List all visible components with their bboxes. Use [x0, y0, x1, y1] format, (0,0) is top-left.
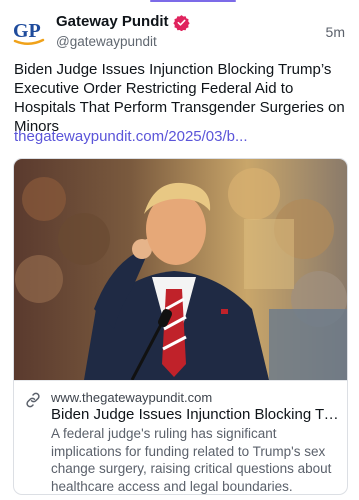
post-link[interactable]: thegatewaypundit.com/2025/03/b...: [14, 127, 248, 146]
post: GP Gateway Pundit @gatewaypundit 5m Bide…: [0, 0, 359, 500]
avatar[interactable]: GP: [12, 14, 46, 48]
card-body: www.thegatewaypundit.com Biden Judge Iss…: [14, 380, 347, 494]
avatar-text: GP: [13, 20, 41, 42]
link-preview-card[interactable]: www.thegatewaypundit.com Biden Judge Iss…: [13, 158, 348, 495]
timestamp[interactable]: 5m: [326, 24, 345, 40]
card-title[interactable]: Biden Judge Issues Injunction Blocking T…: [51, 406, 339, 424]
card-domain: www.thegatewaypundit.com: [51, 390, 213, 405]
link-icon: [26, 392, 40, 408]
card-image: [14, 159, 347, 380]
author-block: Gateway Pundit @gatewaypundit: [56, 13, 190, 50]
handle[interactable]: @gatewaypundit: [56, 33, 190, 50]
post-text: Biden Judge Issues Injunction Blocking T…: [14, 61, 345, 135]
gp-logo: GP: [13, 20, 45, 45]
display-name[interactable]: Gateway Pundit: [56, 13, 169, 31]
card-description: A federal judge's ruling has significant…: [51, 426, 332, 494]
verified-badge-icon: [172, 14, 190, 31]
